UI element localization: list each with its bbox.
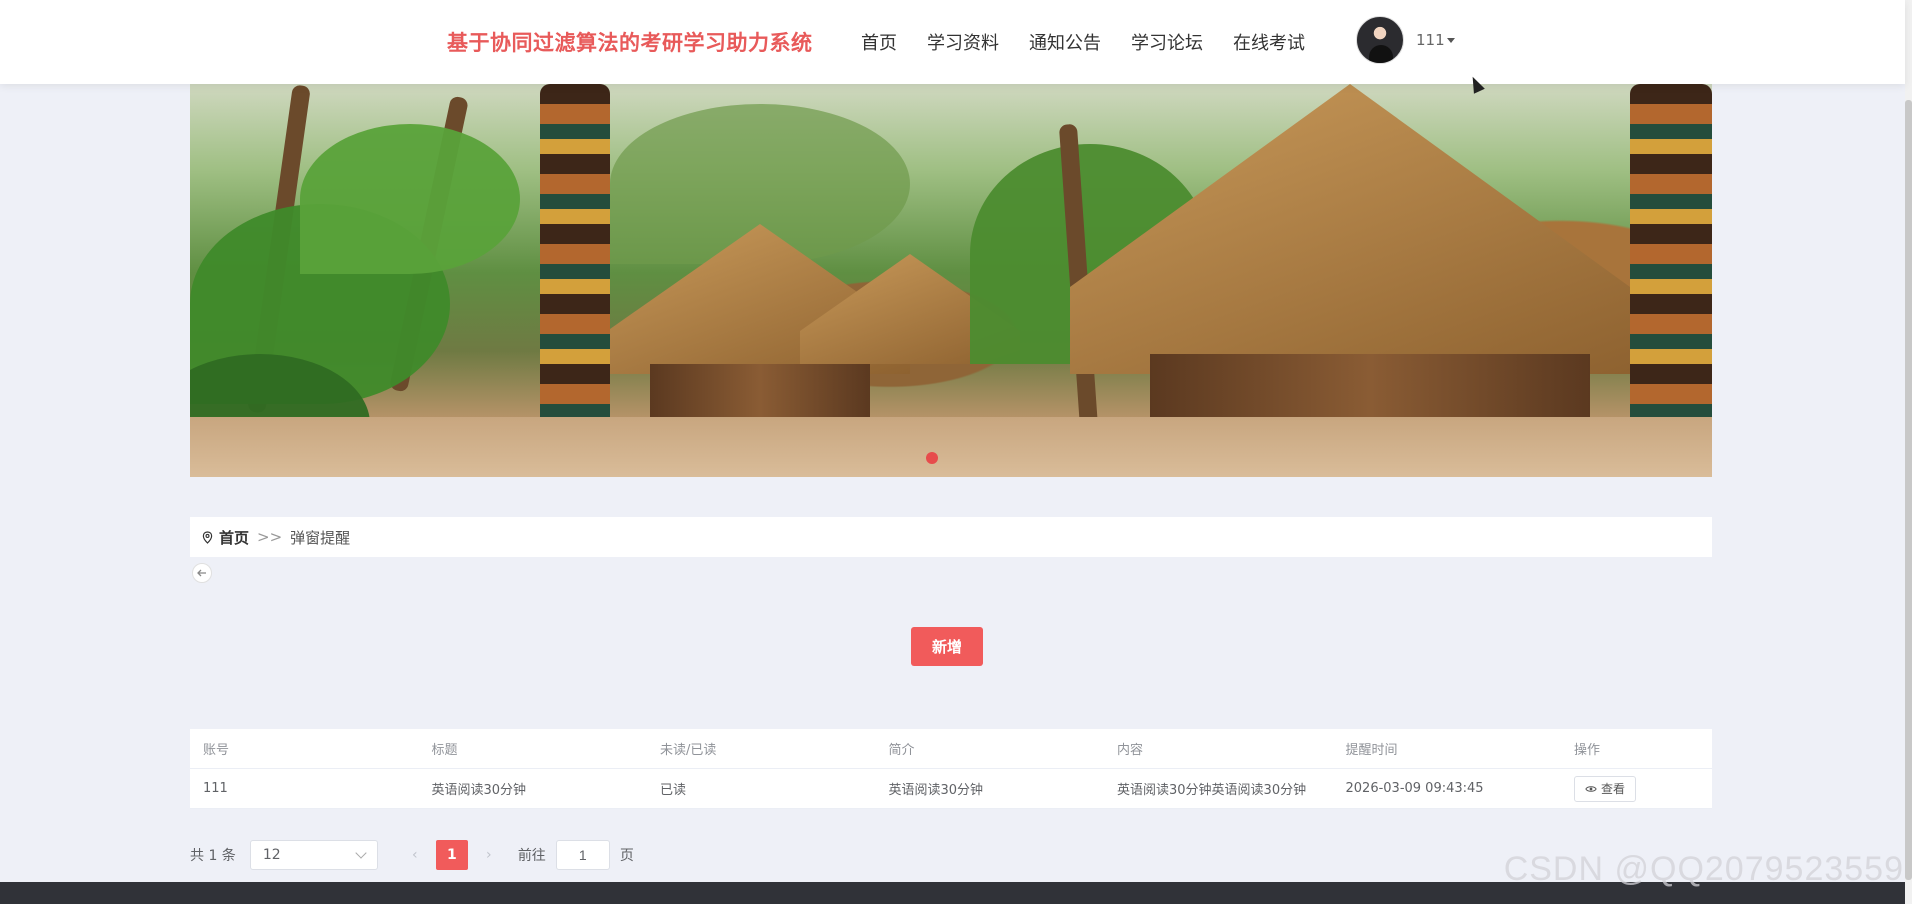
scrollbar-thumb[interactable] — [1905, 100, 1912, 880]
column-header: 内容 — [1117, 743, 1144, 758]
goto-page-input[interactable] — [555, 840, 610, 870]
breadcrumb-home[interactable]: 首页 — [219, 527, 249, 548]
page-size-select[interactable]: 12 — [249, 840, 378, 870]
arrow-left-icon — [197, 569, 206, 577]
cell-title: 英语阅读30分钟 — [431, 783, 527, 798]
goto-label: 前往 — [517, 848, 546, 864]
back-button[interactable] — [192, 563, 212, 583]
cell-summary: 英语阅读30分钟 — [888, 783, 984, 798]
banner-scenery — [300, 124, 520, 274]
cell-remind-time: 2026-03-09 09:43:45 — [1345, 781, 1484, 796]
page-number-current[interactable]: 1 — [435, 840, 468, 870]
breadcrumb-current: 弹窗提醒 — [290, 528, 351, 547]
user-name: 111 — [1416, 31, 1445, 49]
column-header: 未读/已读 — [660, 743, 717, 758]
cell-content: 英语阅读30分钟英语阅读30分钟 — [1117, 783, 1307, 798]
avatar[interactable] — [1356, 16, 1404, 64]
carousel-indicator-dot[interactable] — [926, 452, 938, 464]
user-menu[interactable]: 111 — [1416, 31, 1455, 49]
breadcrumb: 首页 >> 弹窗提醒 — [190, 517, 1712, 557]
page-size-value: 12 — [262, 847, 281, 863]
column-header: 提醒时间 — [1345, 743, 1398, 758]
top-header: 基于协同过滤算法的考研学习助力系统 首页 学习资料 通知公告 学习论坛 在线考试… — [0, 0, 1905, 84]
add-button[interactable]: 新增 — [911, 627, 983, 666]
column-header: 账号 — [203, 743, 230, 758]
view-button[interactable]: 查看 — [1574, 775, 1637, 802]
table-header-row: 账号 标题 未读/已读 简介 内容 提醒时间 操作 — [190, 729, 1712, 769]
banner-scenery — [190, 417, 1712, 477]
total-count: 共 1 条 — [190, 848, 236, 864]
table-row: 111 英语阅读30分钟 已读 英语阅读30分钟 英语阅读30分钟英语阅读30分… — [190, 769, 1712, 809]
main-nav: 首页 学习资料 通知公告 学习论坛 在线考试 — [861, 29, 1335, 55]
eye-icon — [1585, 785, 1597, 792]
column-header: 简介 — [888, 743, 915, 758]
column-header: 标题 — [431, 743, 458, 758]
nav-home[interactable]: 首页 — [861, 29, 897, 55]
prev-page-button[interactable]: ‹ — [400, 840, 430, 870]
page-unit-label: 页 — [619, 848, 634, 864]
location-pin-icon — [202, 530, 213, 544]
nav-study-materials[interactable]: 学习资料 — [927, 29, 999, 55]
nav-online-exam[interactable]: 在线考试 — [1233, 29, 1305, 55]
site-title[interactable]: 基于协同过滤算法的考研学习助力系统 — [447, 27, 813, 57]
banner-carousel[interactable] — [190, 84, 1712, 477]
breadcrumb-separator: >> — [257, 528, 283, 546]
cell-read-status: 已读 — [660, 783, 687, 798]
caret-down-icon — [1446, 38, 1455, 43]
nav-forum[interactable]: 学习论坛 — [1131, 29, 1203, 55]
banner-scenery — [1070, 84, 1630, 374]
cell-account: 111 — [203, 781, 228, 796]
column-header: 操作 — [1574, 743, 1601, 758]
chevron-down-icon — [355, 847, 367, 859]
page-scrollbar[interactable] — [1905, 0, 1912, 904]
csdn-watermark: CSDN @QQ2079523559 — [1503, 850, 1904, 888]
view-button-label: 查看 — [1601, 782, 1626, 796]
pagination: 共 1 条 12 ‹ 1 › 前往 页 — [190, 840, 634, 870]
reminder-table: 账号 标题 未读/已读 简介 内容 提醒时间 操作 111 英语阅读30分钟 已… — [190, 729, 1712, 809]
next-page-button[interactable]: › — [474, 840, 504, 870]
nav-announcements[interactable]: 通知公告 — [1029, 29, 1101, 55]
cell-actions: 查看 — [1561, 775, 1711, 802]
